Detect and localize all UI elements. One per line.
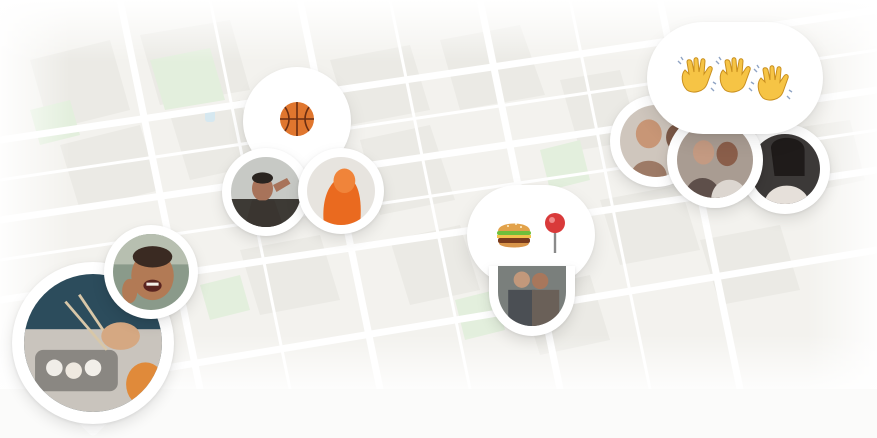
person-laughing-photo-icon bbox=[113, 234, 189, 310]
basketball-icon bbox=[277, 99, 317, 143]
waving-hand-icon bbox=[753, 64, 793, 108]
group-photo-icon bbox=[498, 266, 566, 326]
map-pin-man[interactable] bbox=[222, 148, 310, 236]
person-orange-photo-icon bbox=[307, 157, 375, 225]
round-pushpin-icon bbox=[542, 211, 568, 259]
burger-icon bbox=[494, 213, 534, 257]
person-photo-icon bbox=[231, 157, 301, 227]
map-pin-orange-person[interactable] bbox=[298, 148, 384, 234]
map-pin-laughing-person[interactable] bbox=[104, 225, 198, 319]
waving-hand-icon bbox=[677, 56, 717, 100]
waving-hand-icon bbox=[715, 56, 755, 100]
waving-hands-bubble[interactable] bbox=[647, 22, 823, 134]
